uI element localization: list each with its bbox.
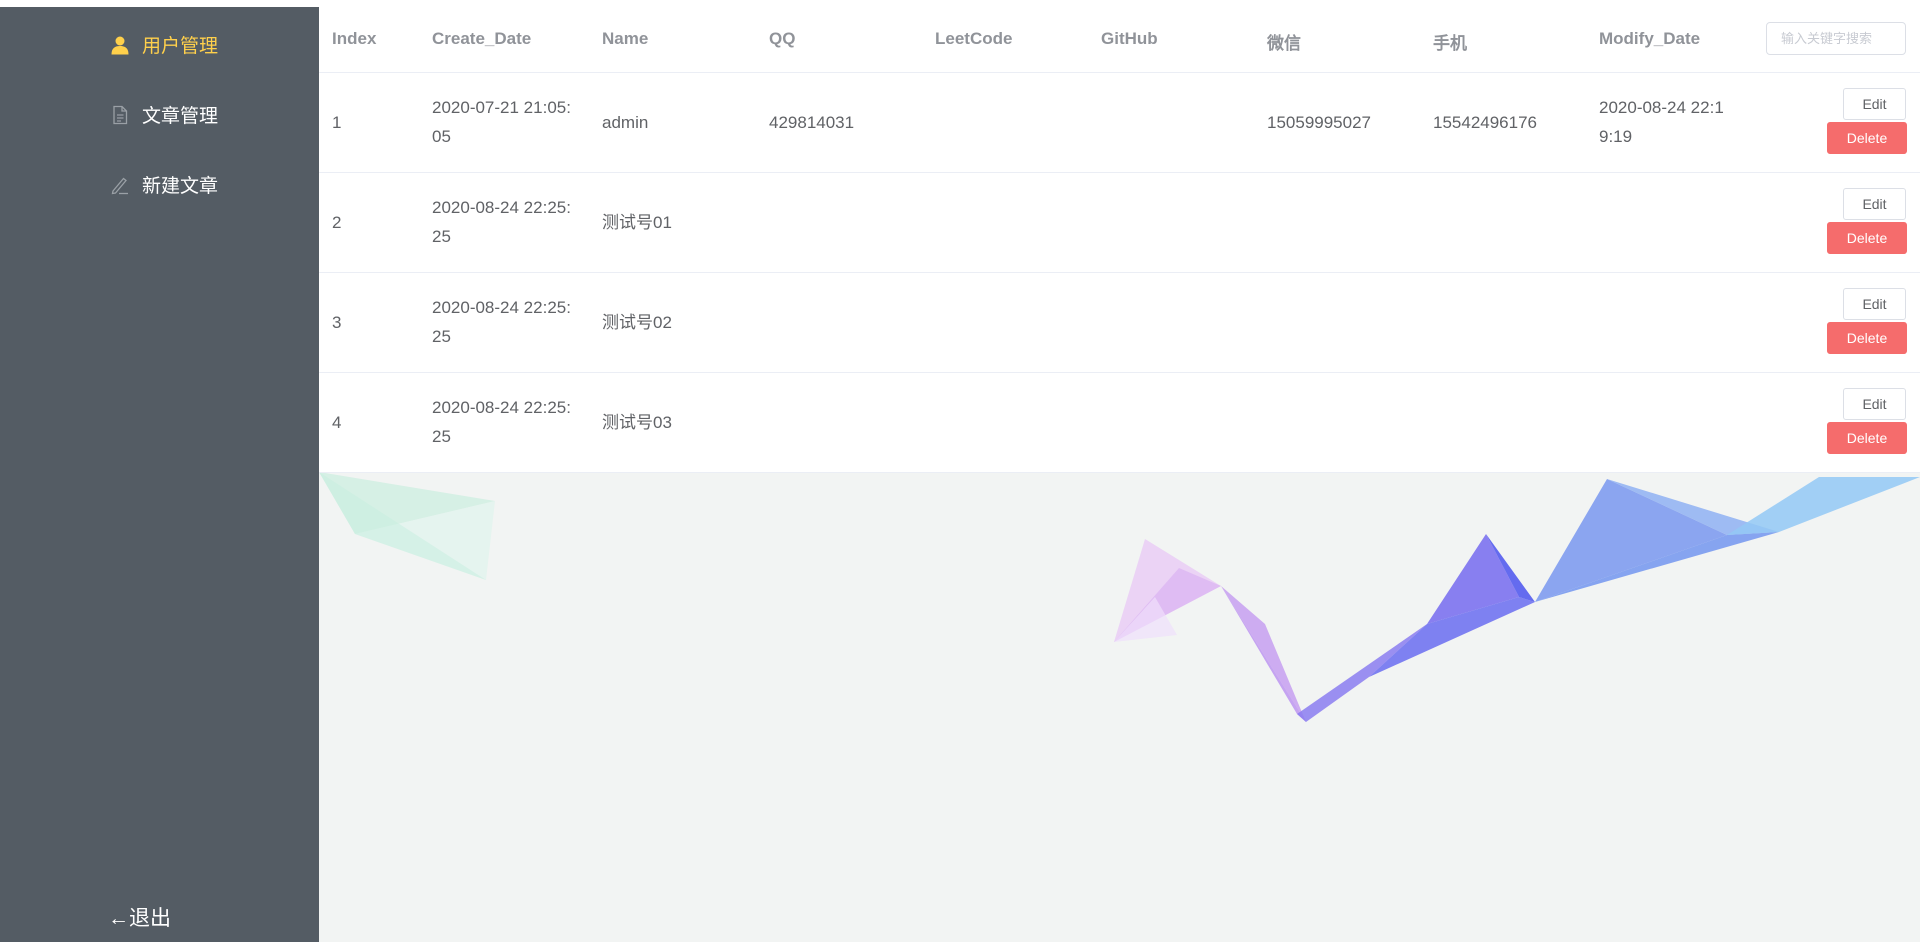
- cell-modify-date-wrap: 9:19: [1599, 127, 1633, 146]
- cell-index: 4: [332, 413, 342, 432]
- table-row: 2 2020-08-24 22:25: 25 测试号01 Edit Delete: [319, 173, 1920, 273]
- cell-create-date: 2020-08-24 22:25:: [432, 198, 571, 217]
- cell-name: 测试号01: [602, 213, 672, 232]
- sidebar-item-user-management[interactable]: 用户管理: [110, 31, 218, 58]
- delete-button[interactable]: Delete: [1827, 422, 1907, 454]
- delete-button[interactable]: Delete: [1827, 222, 1907, 254]
- cell-modify-date: 2020-08-24 22:1: [1599, 98, 1724, 117]
- user-icon: [110, 35, 130, 55]
- document-icon: [110, 105, 130, 125]
- sidebar-item-label: 文章管理: [142, 106, 219, 127]
- cell-create-date: 2020-07-21 21:05:: [432, 98, 571, 117]
- edit-button[interactable]: Edit: [1843, 188, 1906, 220]
- delete-button[interactable]: Delete: [1827, 322, 1907, 354]
- column-header-create-date: Create_Date: [432, 29, 532, 48]
- edit-button[interactable]: Edit: [1843, 88, 1906, 120]
- users-table: Index Create_Date Name QQ LeetCode GitHu…: [319, 7, 1920, 473]
- column-header-phone: 手机: [1433, 34, 1467, 53]
- cell-wechat: 15059995027: [1267, 113, 1372, 132]
- cell-name: 测试号03: [602, 413, 672, 432]
- sidebar-item-article-management[interactable]: 文章管理: [110, 101, 218, 128]
- column-header-leetcode: LeetCode: [935, 29, 1013, 48]
- sidebar-item-label: 用户管理: [142, 36, 219, 57]
- cell-index: 3: [332, 313, 342, 332]
- cell-index: 1: [332, 113, 342, 132]
- search-input[interactable]: [1766, 22, 1906, 55]
- column-header-github: GitHub: [1101, 29, 1158, 48]
- sidebar-item-new-article[interactable]: 新建文章: [110, 171, 218, 198]
- edit-button[interactable]: Edit: [1843, 388, 1906, 420]
- cell-create-date: 2020-08-24 22:25:: [432, 298, 571, 317]
- column-header-modify-date: Modify_Date: [1599, 29, 1701, 48]
- cell-create-date-wrap: 25: [432, 227, 451, 246]
- cell-create-date: 2020-08-24 22:25:: [432, 398, 571, 417]
- edit-icon: [110, 175, 130, 195]
- cell-create-date-wrap: 25: [432, 327, 451, 346]
- column-header-qq: QQ: [769, 29, 796, 48]
- cell-phone: 15542496176: [1433, 113, 1538, 132]
- cell-name: 测试号02: [602, 313, 672, 332]
- sidebar-item-label: 新建文章: [142, 176, 219, 197]
- sidebar: 用户管理 文章管理 新建文章 ←退出: [0, 7, 319, 942]
- table-row: 4 2020-08-24 22:25: 25 测试号03 Edit Delete: [319, 373, 1920, 473]
- cell-create-date-wrap: 25: [432, 427, 451, 446]
- logout-button[interactable]: ←退出: [108, 902, 171, 932]
- main-content: Index Create_Date Name QQ LeetCode GitHu…: [319, 7, 1920, 942]
- table-header: Index Create_Date Name QQ LeetCode GitHu…: [319, 7, 1920, 73]
- edit-button[interactable]: Edit: [1843, 288, 1906, 320]
- column-header-index: Index: [332, 29, 377, 48]
- cell-index: 2: [332, 213, 342, 232]
- table-row: 1 2020-07-21 21:05: 05 admin 429814031 1…: [319, 73, 1920, 173]
- column-header-name: Name: [602, 29, 649, 48]
- cell-name: admin: [602, 113, 649, 132]
- delete-button[interactable]: Delete: [1827, 122, 1907, 154]
- column-header-wechat: 微信: [1267, 34, 1301, 53]
- cell-qq: 429814031: [769, 113, 855, 132]
- cell-create-date-wrap: 05: [432, 127, 451, 146]
- table-row: 3 2020-08-24 22:25: 25 测试号02 Edit Delete: [319, 273, 1920, 373]
